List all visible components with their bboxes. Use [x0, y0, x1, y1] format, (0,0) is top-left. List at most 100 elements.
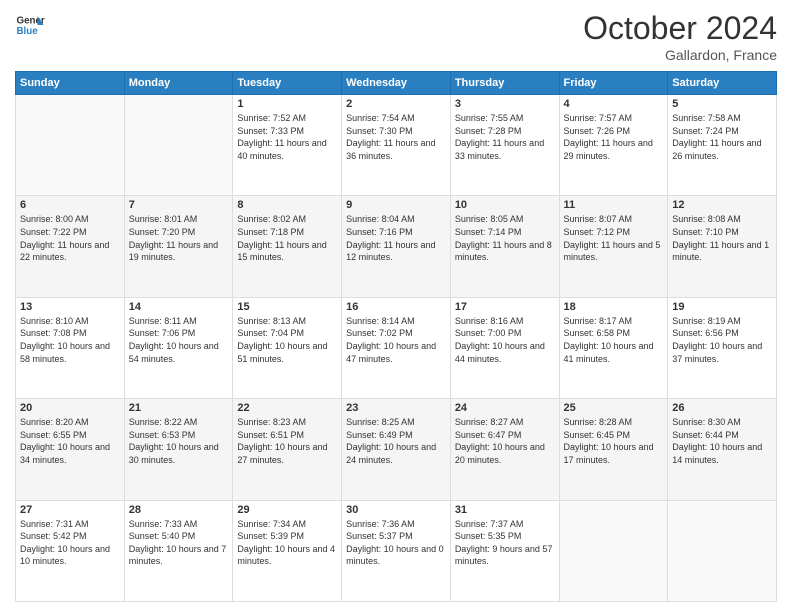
col-header-wednesday: Wednesday [342, 72, 451, 95]
calendar-header-row: SundayMondayTuesdayWednesdayThursdayFrid… [16, 72, 777, 95]
cell-info: Sunrise: 8:16 AMSunset: 7:00 PMDaylight:… [455, 315, 555, 365]
day-number: 31 [455, 504, 555, 516]
calendar-cell: 29 Sunrise: 7:34 AMSunset: 5:39 PMDayligh… [233, 500, 342, 601]
page: General Blue October 2024 Gallardon, Fra… [0, 0, 792, 612]
day-number: 18 [564, 301, 664, 313]
calendar-cell: 9 Sunrise: 8:04 AMSunset: 7:16 PMDaylight… [342, 196, 451, 297]
day-number: 25 [564, 402, 664, 414]
day-number: 16 [346, 301, 446, 313]
day-number: 15 [237, 301, 337, 313]
calendar-cell: 2 Sunrise: 7:54 AMSunset: 7:30 PMDaylight… [342, 95, 451, 196]
calendar-cell [668, 500, 777, 601]
calendar-week-2: 6 Sunrise: 8:00 AMSunset: 7:22 PMDaylight… [16, 196, 777, 297]
day-number: 3 [455, 98, 555, 110]
day-number: 27 [20, 504, 120, 516]
calendar-cell: 12 Sunrise: 8:08 AMSunset: 7:10 PMDayligh… [668, 196, 777, 297]
cell-info: Sunrise: 7:52 AMSunset: 7:33 PMDaylight:… [237, 112, 337, 162]
day-number: 4 [564, 98, 664, 110]
cell-info: Sunrise: 8:00 AMSunset: 7:22 PMDaylight:… [20, 213, 120, 263]
calendar-cell: 26Sunrise: 8:30 AMSunset: 6:44 PMDayligh… [668, 399, 777, 500]
cell-info: Sunrise: 8:02 AMSunset: 7:18 PMDaylight:… [237, 213, 337, 263]
header: General Blue October 2024 Gallardon, Fra… [15, 10, 777, 63]
cell-info: Sunrise: 8:13 AMSunset: 7:04 PMDaylight:… [237, 315, 337, 365]
calendar-cell: 8 Sunrise: 8:02 AMSunset: 7:18 PMDaylight… [233, 196, 342, 297]
cell-info: Sunrise: 7:54 AMSunset: 7:30 PMDaylight:… [346, 112, 446, 162]
calendar-cell: 18 Sunrise: 8:17 AMSunset: 6:58 PMDayligh… [559, 297, 668, 398]
calendar-cell: 31Sunrise: 7:37 AMSunset: 5:35 PMDayligh… [450, 500, 559, 601]
day-number: 14 [129, 301, 229, 313]
day-number: 11 [564, 199, 664, 211]
day-number: 13 [20, 301, 120, 313]
cell-info: Sunrise: 8:08 AMSunset: 7:10 PMDaylight:… [672, 213, 772, 263]
calendar-cell: 20Sunrise: 8:20 AMSunset: 6:55 PMDayligh… [16, 399, 125, 500]
calendar-week-3: 13 Sunrise: 8:10 AMSunset: 7:08 PMDayligh… [16, 297, 777, 398]
svg-text:Blue: Blue [17, 26, 39, 37]
day-number: 20 [20, 402, 120, 414]
day-number: 2 [346, 98, 446, 110]
calendar-cell: 22 Sunrise: 8:23 AMSunset: 6:51 PMDayligh… [233, 399, 342, 500]
cell-info: Sunrise: 7:57 AMSunset: 7:26 PMDaylight:… [564, 112, 664, 162]
calendar-cell: 27Sunrise: 7:31 AMSunset: 5:42 PMDayligh… [16, 500, 125, 601]
calendar-cell: 17 Sunrise: 8:16 AMSunset: 7:00 PMDayligh… [450, 297, 559, 398]
calendar-cell: 23Sunrise: 8:25 AMSunset: 6:49 PMDayligh… [342, 399, 451, 500]
day-number: 5 [672, 98, 772, 110]
day-number: 28 [129, 504, 229, 516]
cell-info: Sunrise: 8:10 AMSunset: 7:08 PMDaylight:… [20, 315, 120, 365]
day-number: 9 [346, 199, 446, 211]
calendar-week-1: 1 Sunrise: 7:52 AMSunset: 7:33 PMDaylight… [16, 95, 777, 196]
cell-info: Sunrise: 8:22 AMSunset: 6:53 PMDaylight:… [129, 416, 229, 466]
day-number: 19 [672, 301, 772, 313]
cell-info: Sunrise: 8:23 AMSunset: 6:51 PMDaylight:… [237, 416, 337, 466]
calendar-cell: 15 Sunrise: 8:13 AMSunset: 7:04 PMDayligh… [233, 297, 342, 398]
day-number: 30 [346, 504, 446, 516]
day-number: 29 [237, 504, 337, 516]
col-header-monday: Monday [124, 72, 233, 95]
cell-info: Sunrise: 7:36 AMSunset: 5:37 PMDaylight:… [346, 518, 446, 568]
col-header-friday: Friday [559, 72, 668, 95]
logo-icon: General Blue [15, 10, 45, 40]
day-number: 17 [455, 301, 555, 313]
calendar-cell: 16 Sunrise: 8:14 AMSunset: 7:02 PMDayligh… [342, 297, 451, 398]
calendar-cell: 19 Sunrise: 8:19 AMSunset: 6:56 PMDayligh… [668, 297, 777, 398]
cell-info: Sunrise: 8:19 AMSunset: 6:56 PMDaylight:… [672, 315, 772, 365]
day-number: 6 [20, 199, 120, 211]
day-number: 23 [346, 402, 446, 414]
calendar-table: SundayMondayTuesdayWednesdayThursdayFrid… [15, 71, 777, 602]
day-number: 1 [237, 98, 337, 110]
day-number: 12 [672, 199, 772, 211]
cell-info: Sunrise: 8:04 AMSunset: 7:16 PMDaylight:… [346, 213, 446, 263]
calendar-cell: 25 Sunrise: 8:28 AMSunset: 6:45 PMDayligh… [559, 399, 668, 500]
day-number: 10 [455, 199, 555, 211]
location: Gallardon, France [583, 47, 777, 63]
day-number: 8 [237, 199, 337, 211]
cell-info: Sunrise: 8:14 AMSunset: 7:02 PMDaylight:… [346, 315, 446, 365]
calendar-cell: 24Sunrise: 8:27 AMSunset: 6:47 PMDayligh… [450, 399, 559, 500]
cell-info: Sunrise: 8:27 AMSunset: 6:47 PMDaylight:… [455, 416, 555, 466]
cell-info: Sunrise: 7:58 AMSunset: 7:24 PMDaylight:… [672, 112, 772, 162]
calendar-cell: 30 Sunrise: 7:36 AMSunset: 5:37 PMDayligh… [342, 500, 451, 601]
cell-info: Sunrise: 8:28 AMSunset: 6:45 PMDaylight:… [564, 416, 664, 466]
cell-info: Sunrise: 8:17 AMSunset: 6:58 PMDaylight:… [564, 315, 664, 365]
calendar-cell: 3 Sunrise: 7:55 AMSunset: 7:28 PMDaylight… [450, 95, 559, 196]
calendar-cell: 10 Sunrise: 8:05 AMSunset: 7:14 PMDayligh… [450, 196, 559, 297]
day-number: 26 [672, 402, 772, 414]
cell-info: Sunrise: 7:55 AMSunset: 7:28 PMDaylight:… [455, 112, 555, 162]
day-number: 22 [237, 402, 337, 414]
col-header-tuesday: Tuesday [233, 72, 342, 95]
calendar-week-5: 27Sunrise: 7:31 AMSunset: 5:42 PMDayligh… [16, 500, 777, 601]
col-header-sunday: Sunday [16, 72, 125, 95]
col-header-saturday: Saturday [668, 72, 777, 95]
calendar-cell: 11Sunrise: 8:07 AMSunset: 7:12 PMDayligh… [559, 196, 668, 297]
calendar-cell: 21Sunrise: 8:22 AMSunset: 6:53 PMDayligh… [124, 399, 233, 500]
calendar-cell: 6 Sunrise: 8:00 AMSunset: 7:22 PMDaylight… [16, 196, 125, 297]
cell-info: Sunrise: 7:34 AMSunset: 5:39 PMDaylight:… [237, 518, 337, 568]
calendar-cell: 4 Sunrise: 7:57 AMSunset: 7:26 PMDaylight… [559, 95, 668, 196]
cell-info: Sunrise: 8:01 AMSunset: 7:20 PMDaylight:… [129, 213, 229, 263]
calendar-cell: 5 Sunrise: 7:58 AMSunset: 7:24 PMDaylight… [668, 95, 777, 196]
calendar-cell [124, 95, 233, 196]
title-block: October 2024 Gallardon, France [583, 10, 777, 63]
calendar-cell: 28Sunrise: 7:33 AMSunset: 5:40 PMDayligh… [124, 500, 233, 601]
month-title: October 2024 [583, 10, 777, 47]
cell-info: Sunrise: 8:05 AMSunset: 7:14 PMDaylight:… [455, 213, 555, 263]
calendar-week-4: 20Sunrise: 8:20 AMSunset: 6:55 PMDayligh… [16, 399, 777, 500]
